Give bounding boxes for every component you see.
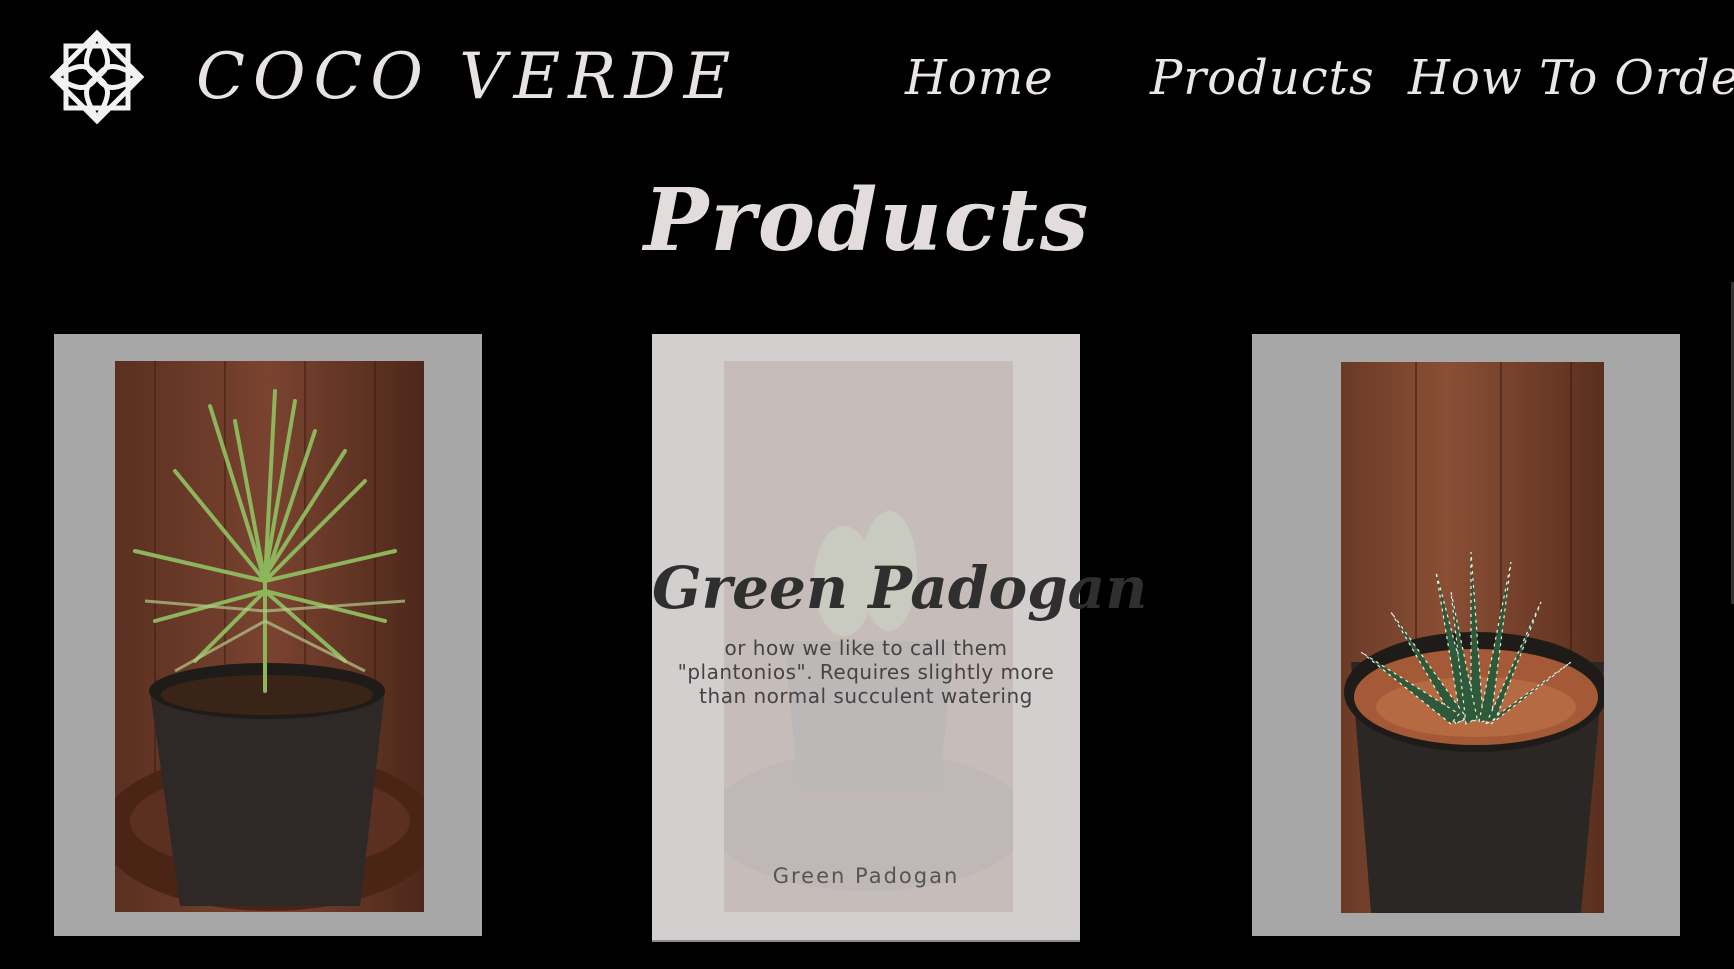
product-overlay-title: Green Padogan [652, 554, 1148, 622]
main-navigation: Home Products How To Order [0, 50, 1734, 120]
product-card-2[interactable]: Green Padogan or how we like to call the… [652, 334, 1148, 940]
product-card-3[interactable] [1252, 334, 1680, 936]
page: COCO VERDE Home Products How To Order Pr… [0, 0, 1734, 969]
product-overlay-description: or how we like to call them "plantonios"… [677, 636, 1055, 708]
product-card-1[interactable] [54, 334, 482, 936]
product-caption: Green Padogan [772, 864, 960, 888]
nav-link-products[interactable]: Products [1150, 50, 1375, 106]
nav-link-home[interactable]: Home [905, 50, 1054, 106]
nav-link-how-to-order[interactable]: How To Order [1408, 50, 1734, 106]
zebra-haworthia-photo [1341, 362, 1604, 913]
pencil-succulent-photo [115, 361, 424, 912]
page-title: Products [643, 170, 1091, 271]
